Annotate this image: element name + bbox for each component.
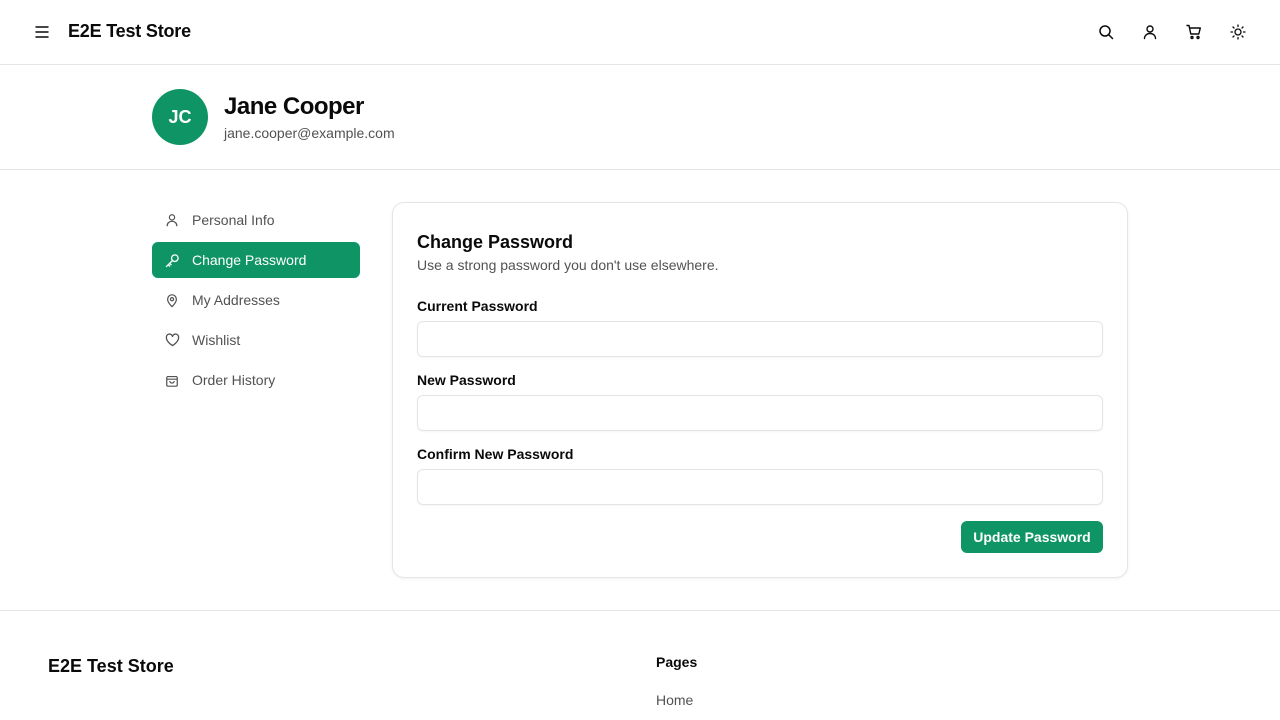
sun-icon	[1230, 24, 1246, 40]
map-pin-icon	[164, 292, 180, 308]
menu-icon	[35, 26, 49, 38]
sidebar-item-label: Wishlist	[192, 332, 241, 348]
change-password-card: Change Password Use a strong password yo…	[392, 202, 1128, 578]
update-password-button[interactable]: Update Password	[961, 521, 1103, 553]
card-title: Change Password	[417, 232, 574, 252]
confirm-password-label: Confirm New Password	[417, 446, 574, 462]
footer-pages-heading: Pages	[656, 654, 698, 670]
confirm-password-input[interactable]	[417, 469, 1103, 505]
site-footer: E2E Test Store Pages Home	[0, 610, 1280, 720]
theme-toggle[interactable]	[1226, 20, 1250, 44]
site-header: E2E Test Store	[0, 0, 1280, 65]
sidebar-item-label: My Addresses	[192, 292, 280, 308]
cart-button[interactable]	[1182, 20, 1206, 44]
menu-button[interactable]	[30, 20, 54, 44]
sidebar-item-label: Personal Info	[192, 212, 275, 228]
account-sidebar: Personal Info Change Password My Address…	[152, 202, 360, 402]
avatar: JC	[152, 89, 208, 145]
sidebar-item-change-password[interactable]: Change Password	[152, 242, 360, 278]
footer-link-home[interactable]: Home	[656, 692, 693, 708]
profile-email: jane.cooper@example.com	[224, 125, 395, 141]
shopping-bag-icon	[164, 372, 180, 388]
user-icon	[1143, 25, 1157, 40]
heart-icon	[164, 332, 180, 348]
sidebar-item-wishlist[interactable]: Wishlist	[152, 322, 360, 358]
site-brand[interactable]: E2E Test Store	[68, 21, 191, 42]
new-password-label: New Password	[417, 372, 516, 388]
account-button[interactable]	[1138, 20, 1162, 44]
user-icon	[164, 212, 180, 228]
search-button[interactable]	[1094, 20, 1118, 44]
card-subtitle: Use a strong password you don't use else…	[417, 257, 719, 273]
search-icon	[1099, 25, 1114, 40]
cart-icon	[1186, 24, 1201, 40]
sidebar-item-personal-info[interactable]: Personal Info	[152, 202, 360, 238]
profile-banner: JC Jane Cooper jane.cooper@example.com	[0, 65, 1280, 170]
profile-name: Jane Cooper	[224, 93, 364, 120]
new-password-input[interactable]	[417, 395, 1103, 431]
sidebar-item-my-addresses[interactable]: My Addresses	[152, 282, 360, 318]
current-password-input[interactable]	[417, 321, 1103, 357]
key-icon	[164, 252, 180, 268]
sidebar-item-label: Order History	[192, 372, 276, 388]
current-password-label: Current Password	[417, 298, 538, 314]
footer-brand: E2E Test Store	[48, 656, 174, 676]
sidebar-item-label: Change Password	[192, 252, 307, 268]
sidebar-item-order-history[interactable]: Order History	[152, 362, 360, 398]
